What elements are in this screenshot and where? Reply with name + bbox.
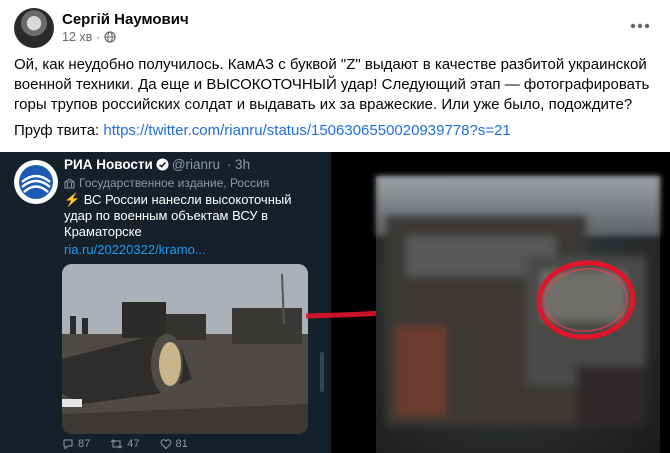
blurred-truck-image (386, 216, 646, 426)
more-horizontal-icon (630, 23, 650, 29)
reply-count: 87 (78, 438, 91, 450)
post-meta: 12 хв · (62, 30, 116, 44)
meta-separator: · (96, 30, 101, 44)
author-avatar[interactable] (14, 8, 54, 48)
zoomed-vehicle-crop (376, 176, 660, 453)
tweet-scrollbar (320, 352, 324, 392)
tweet-author: РИА Новости @rianru · 3h (64, 157, 250, 172)
tweet-author-name: РИА Новости (64, 157, 153, 172)
tweet-replies: 87 (62, 438, 90, 450)
retweet-count: 47 (127, 438, 140, 450)
tweet-screenshot: РИА Новости @rianru · 3h Государственное… (0, 152, 331, 453)
tweet-state-label: Государственное издание, Россия (64, 176, 269, 190)
tweet-state-text: Государственное издание, Россия (79, 176, 270, 190)
like-count: 81 (175, 438, 188, 450)
tweet-actions: 87 47 81 (62, 438, 302, 450)
globe-icon (104, 31, 116, 43)
state-flag-icon (64, 177, 75, 188)
proof-link[interactable]: https://twitter.com/rianru/status/150630… (103, 122, 510, 139)
tweet-age: · 3h (226, 157, 251, 172)
tweet-handle: @rianru (171, 157, 221, 172)
post-options-button[interactable] (624, 12, 656, 40)
tweet-link: ria.ru/20220322/kramo... (64, 242, 206, 257)
verified-badge-icon (156, 158, 169, 171)
destroyed-vehicle-photo (62, 264, 308, 434)
retweet-icon (110, 439, 123, 449)
proof-line: Пруф твита: https://twitter.com/rianru/s… (14, 121, 654, 141)
post-media[interactable]: РИА Новости @rianru · 3h Государственное… (0, 152, 670, 453)
tweet-retweets: 47 (110, 438, 140, 450)
tweet-photo (62, 264, 308, 434)
proof-label: Пруф твита: (14, 122, 104, 139)
heart-icon (160, 439, 171, 450)
reply-icon (63, 439, 73, 450)
author-name[interactable]: Сергій Наумович (62, 11, 189, 28)
post-time[interactable]: 12 хв (62, 30, 92, 44)
post-header: Сергій Наумович 12 хв · (14, 8, 656, 48)
tweet-body: ⚡ ВС России нанесли высокоточный удар по… (64, 192, 292, 239)
tweet-avatar (14, 160, 58, 204)
tweet-likes: 81 (160, 438, 188, 450)
post-text: Ой, как неудобно получилось. КамАЗ с бук… (14, 56, 650, 113)
ria-logo-icon (16, 162, 56, 202)
